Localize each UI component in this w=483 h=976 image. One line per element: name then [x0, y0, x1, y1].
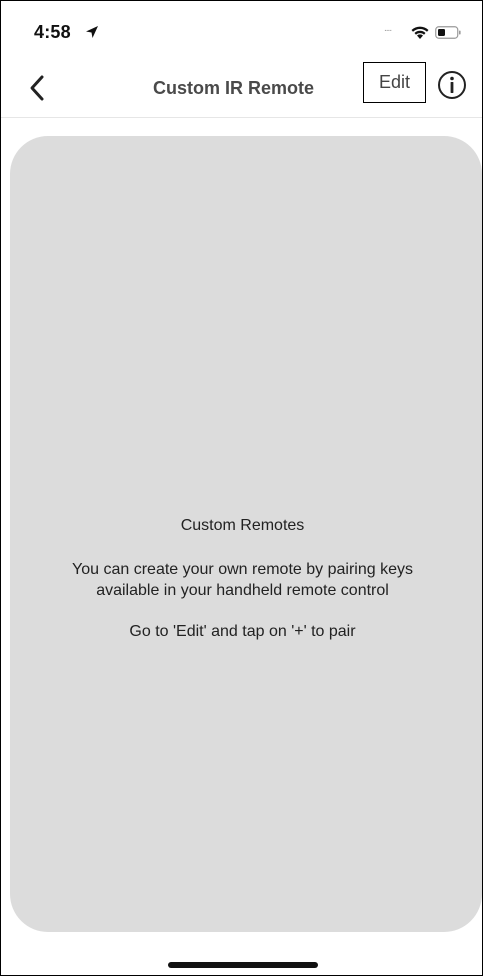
empty-state-description: You can create your own remote by pairin…	[1, 559, 482, 601]
empty-state-description-line2: available in your handheld remote contro…	[96, 582, 389, 599]
navigation-bar: Custom IR Remote Edit	[1, 61, 482, 111]
wifi-icon	[411, 26, 429, 39]
status-time: 4:58	[34, 22, 71, 42]
location-arrow-icon	[86, 26, 98, 38]
cellular-signal-icon: ....	[384, 23, 392, 34]
app-screen: 4:58 .... Custom IR Remote Edit Custom R…	[0, 0, 483, 976]
remote-canvas[interactable]: Custom Remotes You can create your own r…	[10, 136, 482, 932]
info-icon[interactable]	[437, 70, 467, 100]
empty-state-title: Custom Remotes	[180, 517, 305, 534]
nav-divider	[1, 117, 482, 118]
status-bar: 4:58 ....	[1, 1, 482, 45]
back-chevron-icon[interactable]	[25, 73, 51, 103]
home-indicator[interactable]	[168, 962, 318, 968]
battery-icon	[435, 26, 461, 39]
empty-state-description-line1: You can create your own remote by pairin…	[72, 561, 413, 578]
page-title: Custom IR Remote	[153, 78, 315, 98]
edit-button[interactable]: Edit	[363, 62, 426, 103]
empty-state-hint: Go to 'Edit' and tap on '+' to pair	[129, 623, 356, 640]
